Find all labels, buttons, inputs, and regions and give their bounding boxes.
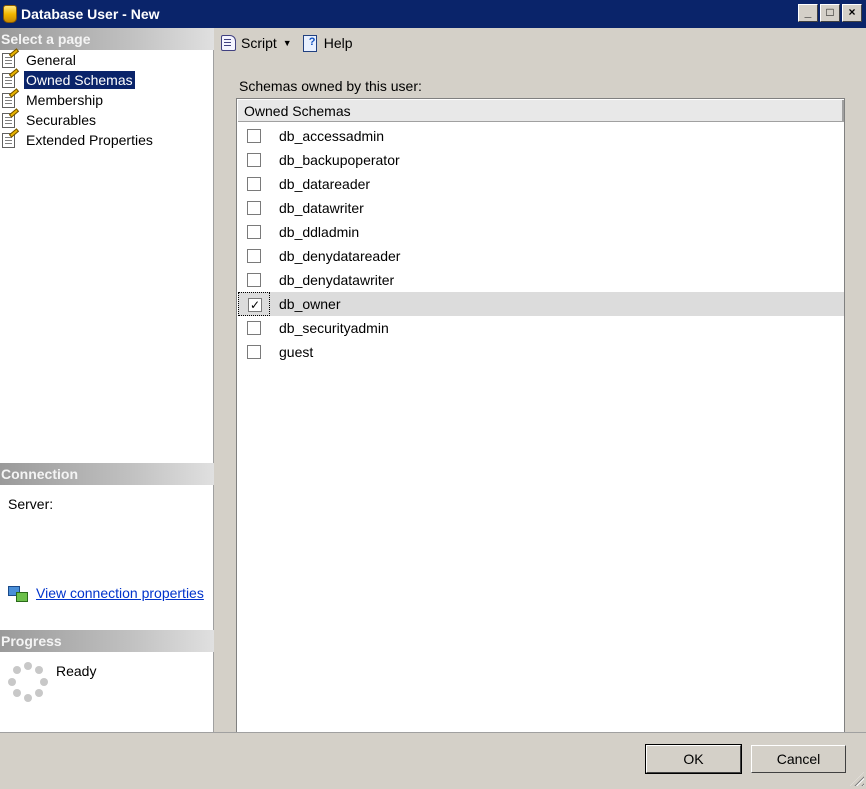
table-row[interactable]: db_securityadmin	[238, 316, 844, 340]
schema-name: db_accessadmin	[279, 128, 385, 144]
table-row[interactable]: db_datawriter	[238, 196, 844, 220]
schema-checkbox-checked[interactable]: ✓	[248, 298, 262, 312]
maximize-button[interactable]: □	[820, 4, 840, 22]
page-item-label: Extended Properties	[26, 132, 153, 148]
script-icon	[219, 34, 237, 52]
schema-name: guest	[279, 344, 314, 360]
table-row[interactable]: db_accessadmin	[238, 124, 844, 148]
right-pane: Script ▼ Help Schemas owned by this user…	[215, 28, 866, 742]
properties-page-icon	[0, 88, 20, 109]
owned-schemas-grid[interactable]: Owned Schemas db_accessadmin db_backupop…	[236, 98, 845, 742]
schema-checkbox[interactable]	[247, 249, 261, 263]
page-item-label: General	[26, 52, 76, 68]
window-title: Database User - New	[21, 6, 160, 22]
chevron-down-icon[interactable]: ▼	[283, 38, 292, 48]
dialog-button-bar: OK Cancel	[0, 732, 866, 789]
page-item-membership[interactable]: Membership	[0, 88, 105, 110]
page-item-extended-properties[interactable]: Extended Properties	[0, 128, 155, 150]
script-label: Script	[241, 35, 277, 51]
close-icon: ×	[848, 5, 856, 19]
schema-checkbox[interactable]	[247, 177, 261, 191]
properties-page-icon	[0, 68, 20, 89]
page-item-securables[interactable]: Securables	[0, 108, 98, 130]
table-row[interactable]: ✓ db_owner	[238, 292, 844, 316]
owned-schemas-content: Schemas owned by this user: Owned Schema…	[215, 58, 866, 742]
page-item-label: Securables	[26, 112, 97, 128]
progress-header: Progress	[0, 630, 214, 652]
table-row[interactable]: db_denydatareader	[238, 244, 844, 268]
close-button[interactable]: ×	[842, 4, 862, 22]
cancel-button[interactable]: Cancel	[751, 745, 846, 773]
properties-page-icon	[0, 108, 20, 129]
table-row[interactable]: db_denydatawriter	[238, 268, 844, 292]
title-bar: Database User - New _ □ ×	[0, 0, 866, 28]
view-connection-properties-link[interactable]: View connection properties	[8, 584, 204, 602]
progress-status-text: Ready	[56, 663, 97, 679]
ok-button[interactable]: OK	[645, 744, 742, 774]
resize-grip-icon[interactable]	[850, 772, 864, 786]
schema-checkbox[interactable]	[247, 345, 261, 359]
schema-name: db_backupoperator	[279, 152, 400, 168]
schema-checkbox[interactable]	[247, 321, 261, 335]
table-row[interactable]: guest	[238, 340, 844, 364]
page-item-general[interactable]: General	[0, 48, 78, 70]
schema-name: db_denydatawriter	[279, 272, 395, 288]
schemas-caption: Schemas owned by this user:	[239, 78, 422, 94]
properties-page-icon	[0, 128, 20, 149]
help-label: Help	[323, 35, 353, 51]
schema-checkbox[interactable]	[247, 201, 261, 215]
column-separator[interactable]	[842, 100, 844, 122]
schema-name: db_datareader	[279, 176, 371, 192]
page-item-label: Membership	[26, 92, 104, 108]
minimize-icon: _	[804, 5, 812, 19]
toolbar: Script ▼ Help	[215, 28, 866, 58]
properties-page-icon	[0, 48, 20, 69]
schema-checkbox[interactable]	[247, 129, 261, 143]
table-row[interactable]: db_backupoperator	[238, 148, 844, 172]
column-header-owned-schemas[interactable]: Owned Schemas	[238, 100, 844, 122]
schema-checkbox[interactable]	[247, 225, 261, 239]
schema-name: db_owner	[279, 296, 341, 312]
network-icon	[8, 584, 28, 602]
script-button[interactable]: Script ▼	[219, 34, 292, 52]
page-item-owned-schemas[interactable]: Owned Schemas	[0, 68, 135, 90]
table-row[interactable]: db_datareader	[238, 172, 844, 196]
connection-header: Connection	[0, 463, 214, 485]
window-controls: _ □ ×	[798, 4, 862, 22]
server-label: Server:	[8, 496, 54, 512]
schema-name: db_datawriter	[279, 200, 364, 216]
schema-checkbox[interactable]	[247, 273, 261, 287]
schema-name: db_securityadmin	[279, 320, 389, 336]
help-icon	[302, 34, 320, 52]
column-header-label: Owned Schemas	[244, 103, 351, 119]
progress-status: Ready	[8, 662, 96, 702]
database-icon	[3, 5, 17, 23]
page-item-label: Owned Schemas	[24, 71, 135, 89]
minimize-button[interactable]: _	[798, 4, 818, 22]
select-page-header: Select a page	[0, 28, 214, 50]
progress-spinner-icon	[8, 662, 48, 702]
schema-checkbox[interactable]	[247, 153, 261, 167]
schema-name: db_denydatareader	[279, 248, 401, 264]
schema-name: db_ddladmin	[279, 224, 360, 240]
connection-link-text: View connection properties	[36, 585, 204, 601]
table-row[interactable]: db_ddladmin	[238, 220, 844, 244]
maximize-icon: □	[826, 5, 834, 19]
left-pane: Select a page General Owned Schemas Memb…	[0, 28, 214, 732]
help-button[interactable]: Help	[302, 34, 353, 52]
